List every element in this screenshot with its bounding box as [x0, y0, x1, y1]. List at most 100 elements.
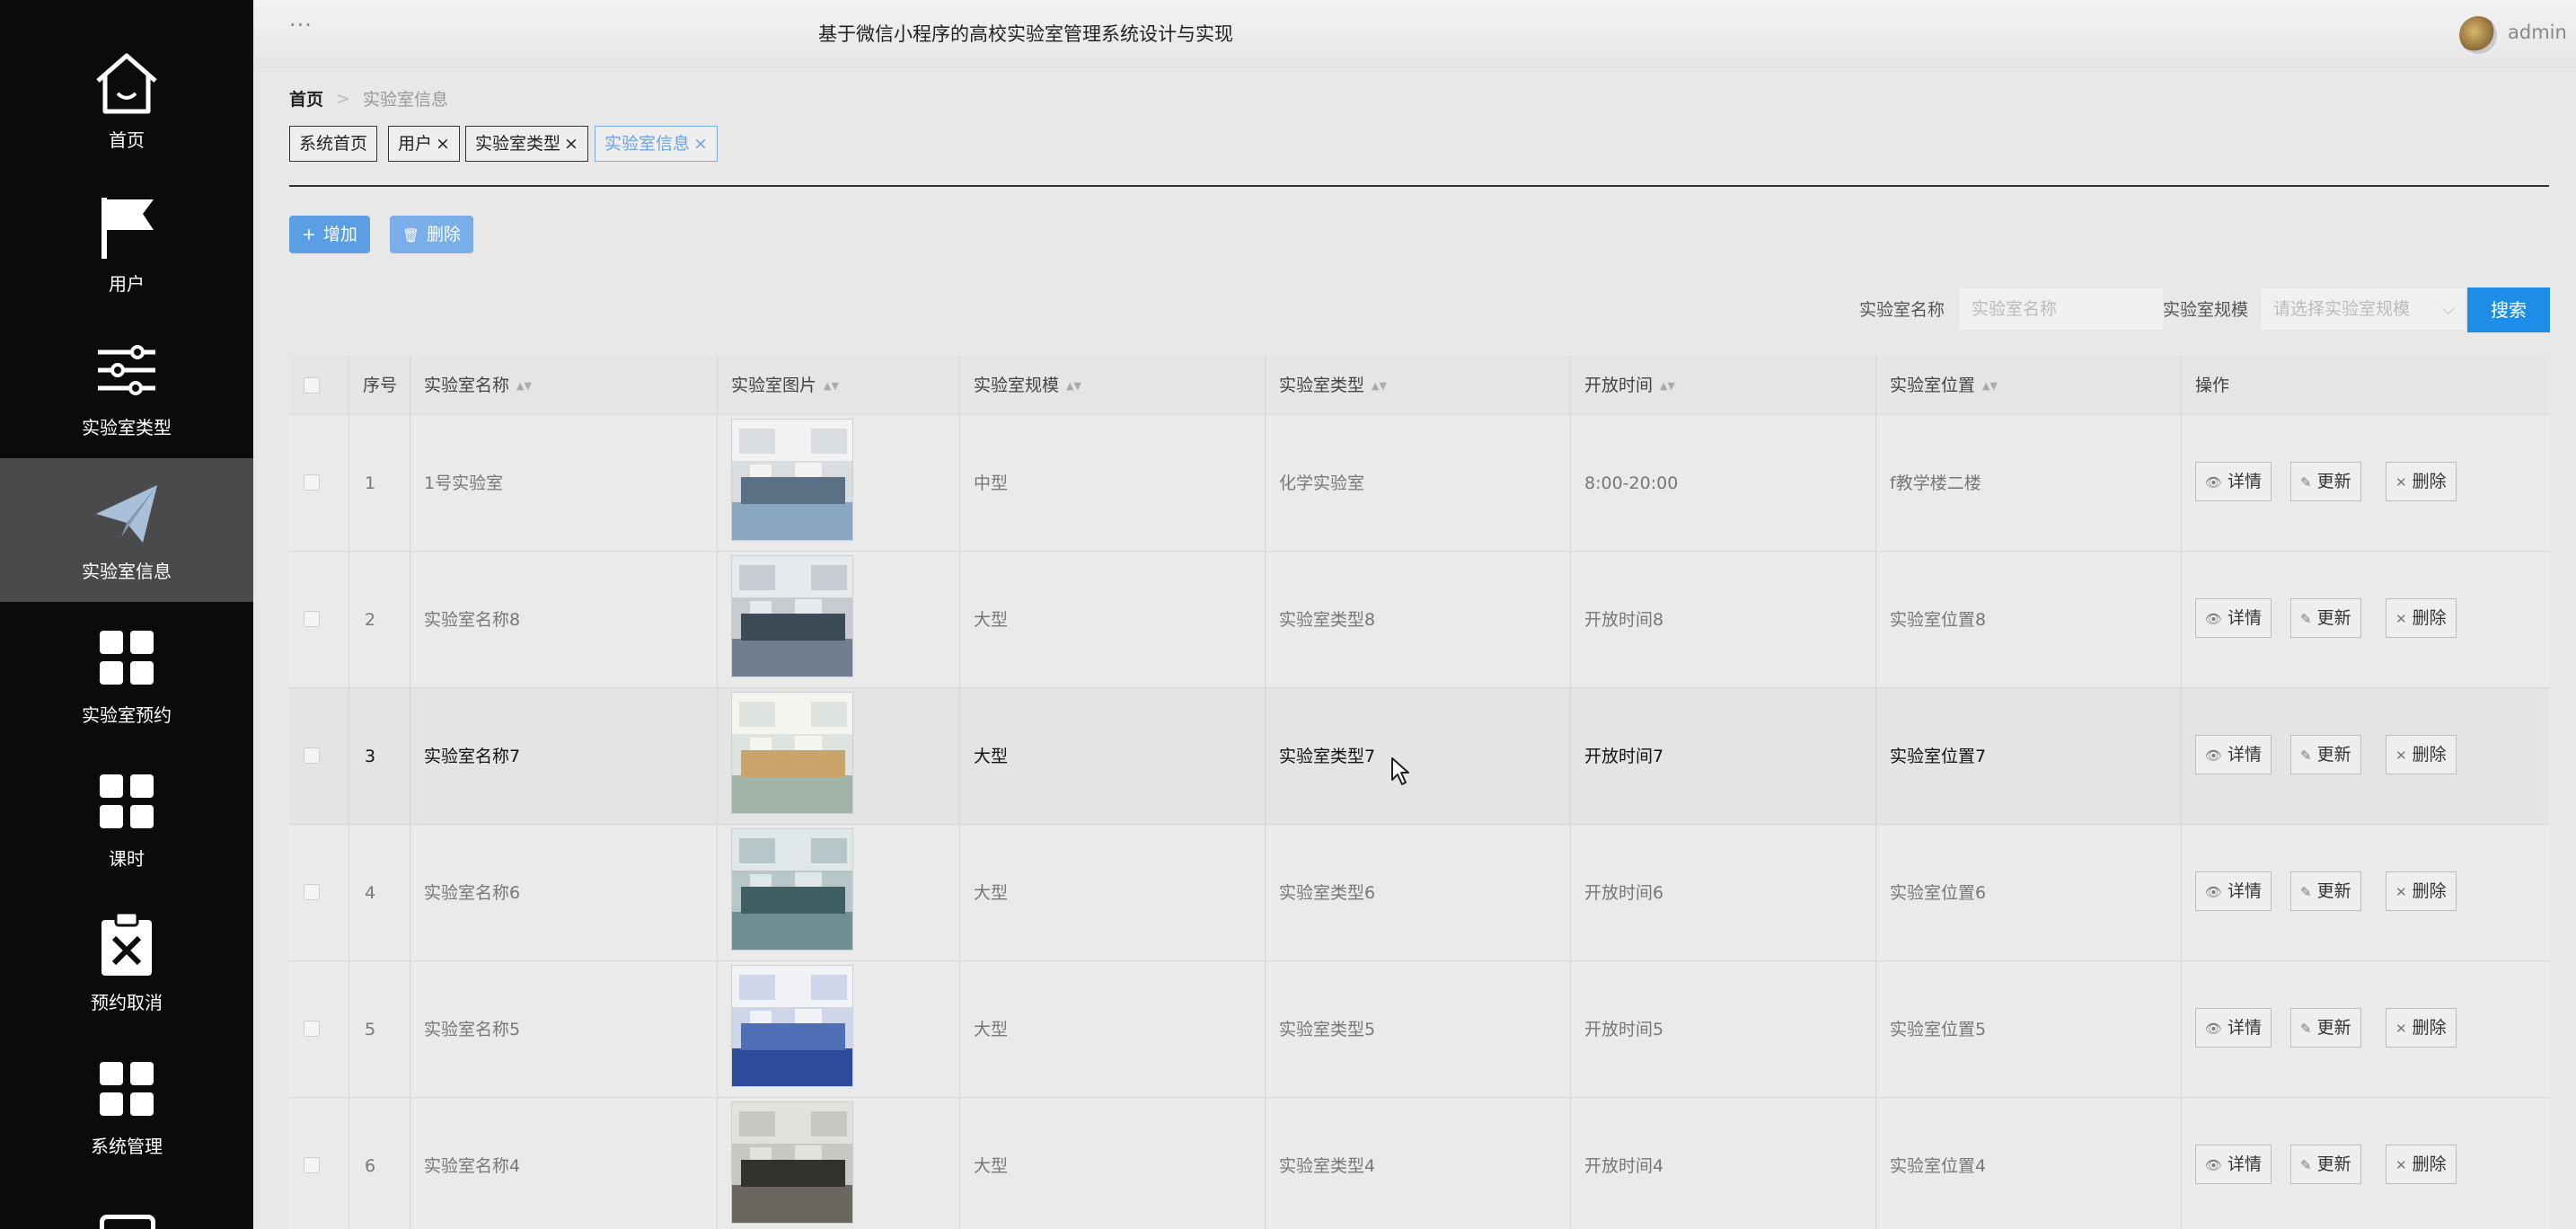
detail-button[interactable]: 👁 详情: [2195, 871, 2272, 911]
table-row[interactable]: 6 实验室名称4 大型 实验室类型4 开放时间4 实验室位置4 👁 详情 ✎ 更新 …: [289, 1098, 2549, 1229]
detail-button[interactable]: 👁 详情: [2195, 462, 2272, 501]
table-row[interactable]: 2 实验室名称8 大型 实验室类型8 开放时间8 实验室位置8 👁 详情 ✎ 更新 …: [289, 552, 2549, 688]
sidebar-item-lab-types[interactable]: 实验室类型: [0, 314, 253, 458]
delete-button[interactable]: 🗑 删除: [390, 216, 474, 253]
cell-scale: 中型: [974, 473, 1009, 493]
row-delete-button[interactable]: ✕ 删除: [2386, 735, 2457, 774]
row-checkbox[interactable]: [304, 474, 320, 491]
lab-image[interactable]: [731, 692, 853, 814]
lab-scale-select[interactable]: 请选择实验室规模 ⌵: [2260, 287, 2466, 331]
paper-plane-icon: [91, 478, 163, 550]
sidebar-item-booking-cancel[interactable]: 预约取消: [0, 889, 253, 1033]
cell-location: f教学楼二楼: [1890, 473, 1981, 493]
cell-location: 实验室位置7: [1890, 747, 1987, 766]
user-name[interactable]: admin: [2508, 22, 2567, 43]
sort-icon[interactable]: ▲▼: [1660, 380, 1675, 392]
sidebar-item-home[interactable]: 首页: [0, 27, 253, 171]
breadcrumb-current: 实验室信息: [362, 90, 448, 110]
edit-icon: ✎: [2300, 474, 2312, 491]
row-delete-button[interactable]: ✕ 删除: [2386, 598, 2457, 638]
tag-lab-types[interactable]: 实验室类型 ×: [465, 126, 588, 162]
cell-scale: 大型: [974, 610, 1009, 630]
lab-name-input[interactable]: 实验室名称: [1958, 287, 2165, 331]
sidebar-item-lab-booking[interactable]: 实验室预约: [0, 602, 253, 746]
detail-button[interactable]: 👁 详情: [2195, 598, 2272, 638]
row-delete-button-label: 删除: [2412, 608, 2447, 628]
table-row[interactable]: 3 实验室名称7 大型 实验室类型7 开放时间7 实验室位置7 👁 详情 ✎ 更新 …: [289, 688, 2549, 825]
close-icon[interactable]: ×: [693, 134, 708, 154]
eye-icon: 👁: [2205, 747, 2223, 764]
close-icon[interactable]: ×: [436, 134, 450, 154]
row-checkbox[interactable]: [304, 611, 320, 627]
update-button[interactable]: ✎ 更新: [2290, 871, 2361, 911]
row-checkbox[interactable]: [304, 884, 320, 900]
lab-image[interactable]: [731, 419, 853, 541]
row-checkbox[interactable]: [304, 1021, 320, 1037]
update-button[interactable]: ✎ 更新: [2290, 1145, 2361, 1184]
row-delete-button[interactable]: ✕ 删除: [2386, 871, 2457, 911]
column-header-image[interactable]: 实验室图片 ▲▼: [731, 356, 839, 415]
cell-open-time: 开放时间5: [1584, 1020, 1664, 1039]
clipboard-x-icon: [91, 909, 163, 981]
close-icon[interactable]: ×: [564, 134, 578, 154]
sidebar-item-class-hours[interactable]: 课时: [0, 746, 253, 889]
sort-icon[interactable]: ▲▼: [824, 380, 839, 392]
row-delete-button-label: 删除: [2412, 1154, 2447, 1174]
sidebar-item-lab-info[interactable]: 实验室信息: [0, 458, 253, 602]
detail-button[interactable]: 👁 详情: [2195, 1145, 2272, 1184]
detail-button[interactable]: 👁 详情: [2195, 735, 2272, 774]
table-row[interactable]: 1 1号实验室 中型 化学实验室 8:00-20:00 f教学楼二楼 👁 详情 ✎…: [289, 415, 2549, 552]
update-button[interactable]: ✎ 更新: [2290, 1008, 2361, 1048]
table-row[interactable]: 4 实验室名称6 大型 实验室类型6 开放时间6 实验室位置6 👁 详情 ✎ 更新 …: [289, 825, 2549, 961]
row-delete-button[interactable]: ✕ 删除: [2386, 462, 2457, 501]
trash-icon: 🗑: [402, 227, 420, 243]
add-button[interactable]: + 增加: [289, 216, 370, 253]
eye-icon: 👁: [2205, 474, 2223, 491]
update-button[interactable]: ✎ 更新: [2290, 462, 2361, 501]
lab-image[interactable]: [731, 555, 853, 677]
search-scale-label: 实验室规模: [2163, 300, 2249, 320]
row-delete-button[interactable]: ✕ 删除: [2386, 1145, 2457, 1184]
column-divider: [959, 356, 960, 1229]
flag-icon: [91, 190, 163, 262]
column-header-open-time[interactable]: 开放时间 ▲▼: [1584, 356, 1675, 415]
sidebar-item-label: 系统管理: [91, 1135, 163, 1157]
row-checkbox[interactable]: [304, 1157, 320, 1173]
tag-home[interactable]: 系统首页: [289, 126, 378, 162]
column-divider: [1570, 356, 1571, 1229]
column-header-scale[interactable]: 实验室规模 ▲▼: [974, 356, 1081, 415]
sidebar-item-users[interactable]: 用户: [0, 171, 253, 314]
cell-name: 实验室名称4: [424, 1156, 521, 1176]
lab-image[interactable]: [731, 1101, 853, 1224]
eye-icon: 👁: [2205, 1021, 2223, 1037]
tag-users[interactable]: 用户 ×: [388, 126, 460, 162]
detail-button[interactable]: 👁 详情: [2195, 1008, 2272, 1048]
column-header-location[interactable]: 实验室位置 ▲▼: [1890, 356, 1998, 415]
search-button[interactable]: 搜索: [2467, 287, 2550, 332]
column-header-type[interactable]: 实验室类型 ▲▼: [1279, 356, 1387, 415]
partial-icon: [100, 1215, 155, 1229]
select-all-checkbox[interactable]: [304, 377, 320, 393]
detail-button-label: 详情: [2228, 1018, 2263, 1038]
tag-lab-info[interactable]: 实验室信息 ×: [595, 126, 718, 162]
avatar[interactable]: [2459, 16, 2497, 54]
sort-icon[interactable]: ▲▼: [1066, 380, 1081, 392]
breadcrumb-home[interactable]: 首页: [289, 86, 323, 111]
column-header-name[interactable]: 实验室名称 ▲▼: [424, 356, 532, 415]
table-row[interactable]: 5 实验室名称5 大型 实验室类型5 开放时间5 实验室位置5 👁 详情 ✎ 更新 …: [289, 961, 2549, 1098]
sort-icon[interactable]: ▲▼: [1372, 380, 1387, 392]
select-placeholder: 请选择实验室规模: [2273, 299, 2411, 319]
sort-icon[interactable]: ▲▼: [516, 380, 532, 392]
row-checkbox[interactable]: [304, 747, 320, 764]
sidebar-item-system[interactable]: 系统管理: [0, 1033, 253, 1177]
mouse-cursor-icon: [1391, 757, 1409, 785]
edit-icon: ✎: [2300, 747, 2312, 764]
row-delete-button[interactable]: ✕ 删除: [2386, 1008, 2457, 1048]
cell-open-time: 开放时间8: [1584, 610, 1664, 630]
lab-image[interactable]: [731, 965, 853, 1087]
column-divider: [1875, 356, 1876, 1229]
lab-image[interactable]: [731, 828, 853, 950]
sort-icon[interactable]: ▲▼: [1982, 380, 1998, 392]
update-button[interactable]: ✎ 更新: [2290, 598, 2361, 638]
update-button[interactable]: ✎ 更新: [2290, 735, 2361, 774]
